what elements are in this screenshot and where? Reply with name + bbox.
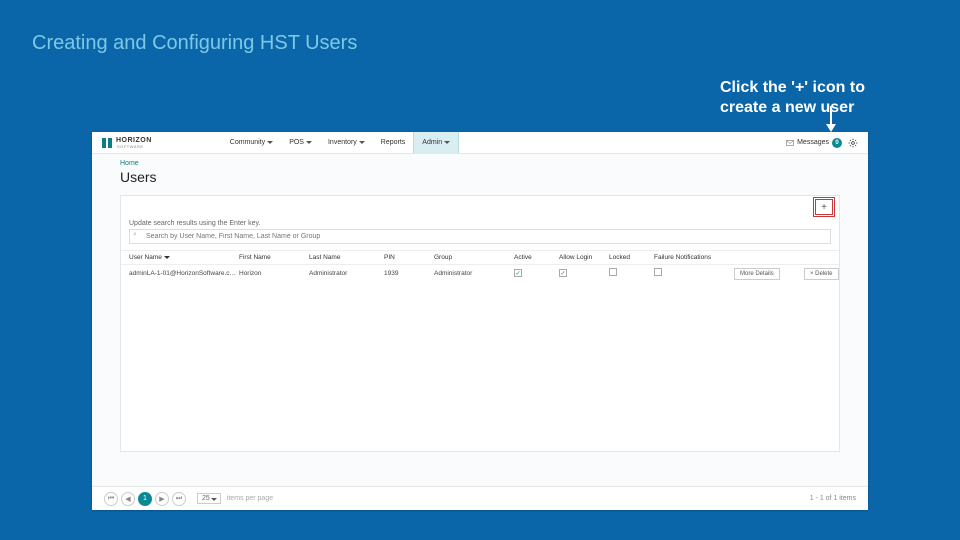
chevron-down-icon <box>267 141 273 144</box>
col-pin[interactable]: PIN <box>384 254 434 261</box>
col-user-name[interactable]: User Name <box>129 254 239 261</box>
chevron-down-icon <box>306 141 312 144</box>
page-content: Home Users + Update search results using… <box>92 154 868 452</box>
pager-bar: ⏮ ◀ 1 ▶ ⏭ 25 items per page 1 - 1 of 1 i… <box>92 486 868 510</box>
col-group[interactable]: Group <box>434 254 514 261</box>
col-last-name[interactable]: Last Name <box>309 254 384 261</box>
pager-next-button[interactable]: ▶ <box>155 492 169 506</box>
brand-name: HORIZON <box>116 137 152 144</box>
messages-label: Messages <box>797 139 829 146</box>
cell-first-name: Horizon <box>239 270 309 277</box>
allow-login-checkbox[interactable]: ✓ <box>559 269 567 277</box>
callout-text: Click the '+' icon to create a new user <box>720 78 890 118</box>
nav-label: Admin <box>422 139 442 146</box>
callout-arrow-icon <box>824 106 838 134</box>
nav-label: Reports <box>381 139 406 146</box>
failure-notifications-checkbox[interactable] <box>654 268 662 276</box>
search-icon: ⌕ <box>133 231 137 239</box>
brand-sub: SOFTWARE <box>117 144 152 149</box>
cell-user-name: adminLA-1-01@HorizonSoftware.c… <box>129 270 239 277</box>
callout-line-1: Click the '+' icon to <box>720 79 865 96</box>
chevron-down-icon <box>359 141 365 144</box>
page-title: Users <box>120 169 840 185</box>
col-locked[interactable]: Locked <box>609 254 654 261</box>
cell-last-name: Administrator <box>309 270 384 277</box>
users-card: + Update search results using the Enter … <box>120 195 840 452</box>
table-row: adminLA-1-01@HorizonSoftware.c… Horizon … <box>121 265 839 281</box>
col-label: User Name <box>129 254 162 261</box>
sort-down-icon <box>164 256 170 259</box>
slide-title: Creating and Configuring HST Users <box>32 32 357 55</box>
nav-label: POS <box>289 139 304 146</box>
col-failure-notifications[interactable]: Failure Notifications <box>654 254 734 261</box>
active-checkbox[interactable]: ✓ <box>514 269 522 277</box>
nav-item-reports[interactable]: Reports <box>373 132 414 153</box>
table-empty-space <box>121 281 839 451</box>
more-details-button[interactable]: More Details <box>734 268 780 280</box>
table-header: User Name First Name Last Name PIN Group… <box>121 250 839 265</box>
app-window: HORIZON SOFTWARE Community POS Inventory… <box>92 132 868 510</box>
brand-mark-icon <box>102 138 112 148</box>
nav-label: Community <box>230 139 265 146</box>
add-user-button[interactable]: + <box>815 199 833 215</box>
chevron-down-icon <box>444 141 450 144</box>
topbar-right: Messages 0 <box>786 132 868 153</box>
pager-prev-button[interactable]: ◀ <box>121 492 135 506</box>
messages-count-badge: 0 <box>832 138 842 148</box>
page-size-select[interactable]: 25 <box>197 493 221 504</box>
locked-checkbox[interactable] <box>609 268 617 276</box>
nav-item-inventory[interactable]: Inventory <box>320 132 373 153</box>
nav-item-pos[interactable]: POS <box>281 132 320 153</box>
nav-item-admin[interactable]: Admin <box>413 132 459 153</box>
settings-button[interactable] <box>848 138 858 148</box>
search-hint: Update search results using the Enter ke… <box>121 218 839 229</box>
nav-item-community[interactable]: Community <box>222 132 281 153</box>
col-active[interactable]: Active <box>514 254 559 261</box>
pager-range: 1 - 1 of 1 items <box>810 495 856 502</box>
chevron-down-icon <box>211 498 217 501</box>
col-allow-login[interactable]: Allow Login <box>559 254 609 261</box>
breadcrumb[interactable]: Home <box>120 160 840 167</box>
pager-page-1[interactable]: 1 <box>138 492 152 506</box>
add-row: + <box>121 196 839 218</box>
cell-pin: 1939 <box>384 270 434 277</box>
search-wrap: ⌕ <box>121 229 839 250</box>
gear-icon <box>848 138 858 148</box>
nav: Community POS Inventory Reports Admin <box>222 132 459 153</box>
nav-label: Inventory <box>328 139 357 146</box>
messages-button[interactable]: Messages 0 <box>786 138 842 148</box>
topbar: HORIZON SOFTWARE Community POS Inventory… <box>92 132 868 154</box>
envelope-icon <box>786 139 794 147</box>
search-input[interactable] <box>129 229 831 244</box>
per-page-label: items per page <box>227 495 273 502</box>
page-size-value: 25 <box>202 495 210 502</box>
cell-group: Administrator <box>434 270 514 277</box>
col-first-name[interactable]: First Name <box>239 254 309 261</box>
pager-last-button[interactable]: ⏭ <box>172 492 186 506</box>
delete-button[interactable]: × Delete <box>804 268 839 280</box>
brand-logo[interactable]: HORIZON SOFTWARE <box>92 132 162 153</box>
pager-first-button[interactable]: ⏮ <box>104 492 118 506</box>
